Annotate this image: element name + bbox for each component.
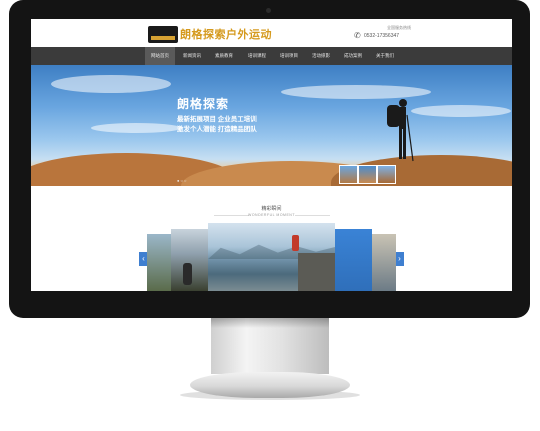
section-title: 精彩瞬间 [261,206,282,212]
hotline-label: 全国服务热线 [387,25,411,30]
stand-neck-shadow [211,318,329,328]
monitor-stand-base [190,372,350,398]
banner-line-2: 激发个人潜能 打造精品团队 [177,126,257,133]
person-figure [183,263,192,285]
nav-item-courses[interactable]: 培训课程 [242,47,272,65]
section-subtitle: WONDERFUL MOMENT [248,213,295,217]
banner-title: 朗格探索 [177,97,230,111]
logo-icon[interactable] [148,26,178,43]
nav-item-gallery[interactable]: 活动掠影 [306,47,336,65]
nav-item-education[interactable]: 素质教育 [209,47,239,65]
nav-item-cases[interactable]: 成功案例 [338,47,368,65]
banner-thumb[interactable] [339,165,358,184]
hiker-silhouette-icon [387,99,414,162]
banner-thumb[interactable] [358,165,377,184]
gallery-photo[interactable] [147,234,171,291]
main-nav: 网站首页 新闻资讯 素质教育 培训课程 培训项目 活动掠影 成功案例 关于我们 [31,47,512,65]
phone-number: 0532-17356347 [364,33,400,39]
logo-text[interactable]: 朗格探索户外运动 [180,26,272,42]
banner-pager-dots[interactable]: ● ○ ○ [177,178,186,183]
nav-item-news[interactable]: 新闻资讯 [177,47,207,65]
webcam-icon [266,8,271,13]
climber-figure [292,235,299,251]
nav-item-projects[interactable]: 培训项目 [274,47,304,65]
monitor-screen: 朗格探索户外运动 全国服务热线 ✆ 0532-17356347 网站首页 新闻资… [31,19,512,291]
gallery-photo[interactable] [335,229,372,291]
nav-item-about[interactable]: 关于我们 [370,47,400,65]
gallery-photo[interactable] [171,229,208,291]
banner-thumb[interactable] [377,165,396,184]
cloud [91,123,181,133]
gallery-photo-featured[interactable] [208,223,335,291]
chevron-right-icon[interactable]: › [395,252,404,266]
phone-icon: ✆ [354,31,361,40]
nav-item-home[interactable]: 网站首页 [145,47,175,65]
banner-line-1: 最新拓展项目 企业员工培训 [177,116,257,123]
cliff-rock [298,253,335,291]
hero-banner[interactable]: 朗格探索 最新拓展项目 企业员工培训 激发个人潜能 打造精品团队 ● ○ ○ [31,65,512,186]
gallery-photo[interactable] [372,234,396,291]
site-header: 朗格探索户外运动 全国服务热线 ✆ 0532-17356347 [31,19,512,47]
cloud [51,75,171,93]
cloud [411,105,511,117]
